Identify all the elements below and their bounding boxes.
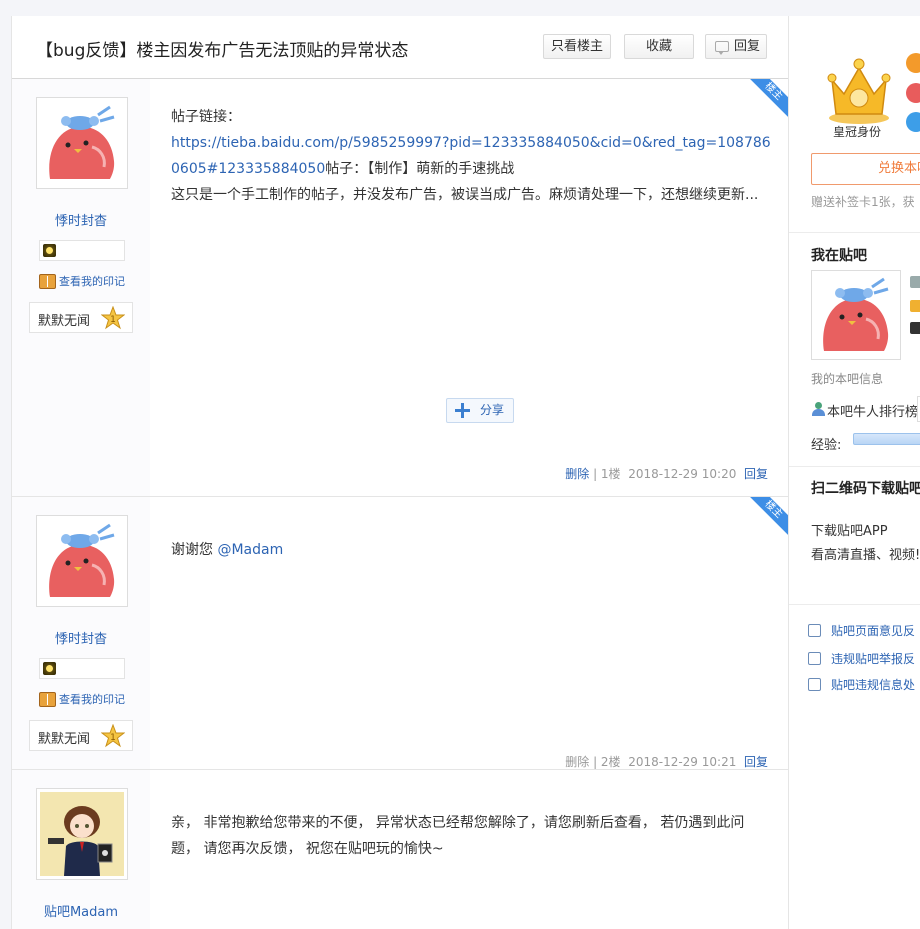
level-title: 默默无闻 — [38, 732, 91, 747]
avatar[interactable] — [36, 515, 128, 607]
anime-girl-avatar-icon — [40, 792, 124, 876]
level-title: 默默无闻 — [38, 314, 91, 329]
share-label: 分享 — [480, 403, 505, 417]
post-floor-2: 悸时封杳 查看我的印记 默默无闻 1 楼主 谢谢您 @Madam 删除 | 2楼… — [12, 497, 788, 770]
reply-button[interactable]: 回复 — [705, 34, 767, 59]
download-app-text: 下载贴吧APP — [811, 524, 888, 539]
thread-header: 【bug反馈】楼主因发布广告无法顶贴的异常状态 只看楼主 收藏 回复 — [12, 16, 788, 79]
violation-link[interactable]: 贴吧违规信息处 — [831, 676, 915, 693]
feedback-link[interactable]: 贴吧页面意见反 — [831, 622, 915, 639]
only-op-button[interactable]: 只看楼主 — [543, 34, 611, 59]
reply-link[interactable]: 回复 — [744, 755, 768, 769]
author-panel: 悸时封杳 查看我的印记 默默无闻 1 — [12, 79, 150, 496]
username-link[interactable]: 贴吧Madam — [12, 901, 150, 920]
post-floor-1: 悸时封杳 查看我的印记 默默无闻 1 楼主 帖子链接： https://tieb… — [12, 79, 788, 497]
divider — [789, 604, 920, 605]
download-desc-text: 看高清直播、视频! — [811, 548, 920, 563]
signin-icon[interactable] — [906, 112, 920, 132]
content-line: 帖子链接： — [171, 109, 241, 125]
rank-link[interactable]: 本吧牛人排行榜 — [827, 401, 918, 420]
ticket-icon[interactable] — [906, 83, 920, 103]
view-marks-label: 查看我的印记 — [59, 275, 125, 288]
post-time: 2018-12-29 10:21 — [628, 755, 737, 769]
edit-icon — [808, 624, 821, 637]
medal-icon — [43, 244, 56, 257]
badge-row — [39, 240, 125, 261]
username-link[interactable]: 悸时封杳 — [12, 210, 150, 229]
post-content: 谢谢您 @Madam — [171, 537, 771, 563]
avatar[interactable] — [36, 97, 128, 189]
reply-button-label: 回复 — [734, 39, 761, 54]
content-paragraph: 这只是一个手工制作的帖子，并没发布广告，被误当成广告。麻烦请处理一下，还想继续更… — [171, 187, 759, 203]
my-tieba-title: 我在贴吧 — [811, 248, 867, 264]
crown-icon — [827, 58, 891, 124]
crown-caption: 皇冠身份 — [833, 125, 882, 139]
level-number: 1 — [110, 315, 116, 325]
author-panel: 贴吧Madam — [12, 770, 150, 929]
floor-number: 2楼 — [600, 755, 621, 769]
thumb-icon — [910, 300, 920, 312]
exchange-button[interactable]: 兑换本吧 — [811, 153, 920, 185]
right-sidebar: 皇冠身份 兑换本吧 赠送补签卡1张，获 我在贴吧 我的本吧信息 本吧牛人排行榜 … — [789, 16, 920, 929]
delete-link[interactable]: 删除 — [565, 755, 589, 769]
qr-title: 扫二维码下载贴吧 — [811, 481, 920, 497]
medal-icon — [910, 322, 920, 334]
level-badge[interactable]: 默默无闻 1 — [29, 720, 133, 751]
post-content: 帖子链接： https://tieba.baidu.com/p/59852599… — [171, 104, 771, 208]
username-link[interactable]: 悸时封杳 — [12, 628, 150, 647]
content-paragraph: https://tieba.baidu.com/p/5985259997?pid… — [171, 130, 771, 182]
gift-text: 赠送补签卡1张，获 — [811, 195, 915, 209]
report-icon — [808, 652, 821, 665]
favorite-button[interactable]: 收藏 — [624, 34, 694, 59]
op-tag: 楼主 — [748, 497, 788, 537]
post-content: 亲， 非常抱歉给您带来的不便， 异常状态已经帮您解除了，请您刷新后查看， 若仍遇… — [171, 815, 745, 857]
report-link[interactable]: 违规贴吧举报反 — [831, 650, 915, 667]
comment-icon — [715, 41, 729, 55]
bird-avatar-icon — [40, 519, 124, 603]
content-text: 谢谢您 — [171, 542, 218, 558]
view-marks-link[interactable]: 查看我的印记 — [39, 274, 125, 290]
view-marks-label: 查看我的印记 — [59, 693, 125, 706]
divider — [789, 232, 920, 233]
view-marks-link[interactable]: 查看我的印记 — [39, 692, 125, 708]
badge-row — [39, 658, 125, 679]
mention-link[interactable]: @Madam — [217, 542, 283, 558]
level-star-icon: 1 — [101, 306, 125, 330]
my-info-link[interactable]: 我的本吧信息 — [811, 370, 883, 387]
avatar[interactable] — [36, 788, 128, 880]
level-badge[interactable]: 默默无闻 1 — [29, 302, 133, 333]
post-footer: 删除 | 1楼 2018-12-29 10:20 回复 — [565, 467, 768, 481]
bird-avatar-icon — [40, 101, 124, 185]
floor-number: 1楼 — [600, 467, 621, 481]
content-text: 帖子：【制作】萌新的手速挑战 — [325, 161, 515, 177]
my-avatar[interactable] — [811, 270, 901, 360]
post-footer: 删除 | 2楼 2018-12-29 10:21 回复 — [565, 755, 768, 769]
author-panel: 悸时封杳 查看我的印记 默默无闻 1 — [12, 497, 150, 769]
divider — [789, 466, 920, 467]
book-icon — [39, 692, 56, 707]
xp-label: 经验: — [811, 438, 842, 453]
card-icon — [910, 276, 920, 288]
post-time: 2018-12-29 10:20 — [628, 467, 737, 481]
badge-icon[interactable] — [906, 53, 920, 73]
level-star-icon: 1 — [101, 724, 125, 748]
op-tag-label: 楼主 — [748, 497, 788, 536]
bird-avatar-icon — [814, 273, 898, 357]
trash-icon — [808, 678, 821, 691]
medal-icon — [43, 662, 56, 675]
post-floor-3: 贴吧Madam 亲， 非常抱歉给您带来的不便， 异常状态已经帮您解除了，请您刷新… — [12, 770, 788, 929]
share-button[interactable]: 分享 — [446, 398, 514, 423]
thread-title: 【bug反馈】楼主因发布广告无法顶贴的异常状态 — [36, 41, 409, 61]
xp-bar — [853, 433, 920, 445]
people-icon — [811, 402, 827, 416]
delete-link[interactable]: 删除 — [565, 467, 589, 481]
book-icon — [39, 274, 56, 289]
thread-main: 【bug反馈】楼主因发布广告无法顶贴的异常状态 只看楼主 收藏 回复 悸时封杳 … — [11, 16, 789, 929]
plus-icon — [455, 403, 470, 418]
level-number: 1 — [110, 733, 116, 743]
reply-link[interactable]: 回复 — [744, 467, 768, 481]
